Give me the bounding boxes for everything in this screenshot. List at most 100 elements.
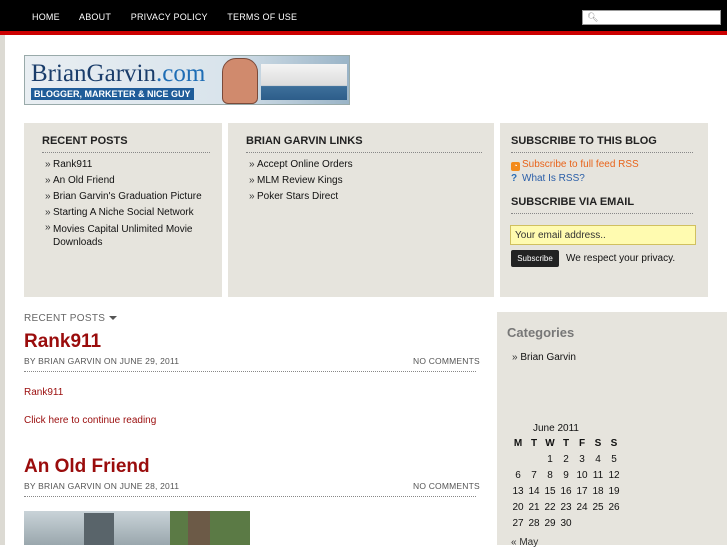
calendar-day: 1 [547,454,553,465]
email-field[interactable]: Your email address.. [510,225,696,245]
list-item: An Old Friend [45,173,210,189]
subscribe-widget [500,123,708,297]
logo-portrait [222,58,258,104]
calendar-day: 3 [579,454,585,465]
post-image-tree [188,511,210,545]
search-icon: 🔍︎ [587,12,599,22]
post-comments-link[interactable]: NO COMMENTS [413,481,480,491]
list-item: Rank911 [45,157,210,173]
divider [511,213,693,214]
logo-tagline: BLOGGER, MARKETER & NICE GUY [31,88,194,100]
calendar-day [606,516,622,532]
rss-subscribe-link[interactable]: Subscribe to full feed RSS [522,159,639,170]
calendar-day: 11 [592,470,604,481]
calendar-weeks: 1 2 3 4 5 6 7 8 9 10 11 12 13 14 15 16 17 18 19 20 21 22 23 24 2… [510,452,622,532]
post-image-object [84,513,114,545]
post-title[interactable]: An Old Friend [24,456,150,478]
post-body-link[interactable]: Rank911 [24,387,63,398]
logo-cruise-ship-image [261,64,347,100]
subscribe-widget-title: SUBSCRIBE TO THIS BLOG [511,135,657,147]
list-item: Poker Stars Direct [249,189,479,205]
nav-about[interactable]: ABOUT [79,12,111,22]
calendar-day: 14 [528,486,540,497]
recent-post-link[interactable]: Rank911 [53,159,92,170]
page-left-border [0,35,5,545]
calendar-week: 6 7 8 9 10 11 12 [510,468,622,484]
divider [42,152,210,153]
privacy-note: We respect your privacy. [566,253,676,264]
calendar-day: 24 [576,502,588,513]
caret-down-icon [109,316,118,320]
recent-posts-list: Rank911 An Old Friend Brian Garvin's Gra… [45,157,210,249]
site-logo-banner[interactable]: BrianGarvin.com BLOGGER, MARKETER & NICE… [24,55,350,105]
nav-terms-of-use[interactable]: TERMS OF USE [227,12,297,22]
category-item: » Brian Garvin [512,352,576,363]
links-widget [228,123,494,297]
recent-post-link[interactable]: Movies Capital Unlimited Movie Downloads [53,224,193,248]
links-widget-title: BRIAN GARVIN LINKS [246,135,363,147]
blogroll-link[interactable]: Accept Online Orders [257,159,353,170]
categories-title: Categories [507,325,575,340]
calendar-week: 12345 [510,452,622,468]
calendar-day: 9 [563,470,569,481]
calendar-day: 20 [512,502,524,513]
list-item: Starting A Niche Social Network [45,205,210,221]
post-image [170,511,250,545]
calendar-day: 23 [560,502,572,513]
weekday: T [562,438,570,449]
weekday: S [594,438,602,449]
divider [246,152,482,153]
calendar-day: 2 [563,454,569,465]
calendar-day: 4 [595,454,601,465]
recent-post-link[interactable]: An Old Friend [53,175,115,186]
calendar-day [590,516,606,532]
calendar-day-link[interactable]: 26 [608,502,619,513]
post-title[interactable]: Rank911 [24,331,101,353]
weekday: W [545,438,555,449]
rss-row: ◔ Subscribe to full feed RSS [511,159,639,171]
calendar-week: 20 21 22 23 24 25 26 [510,500,622,516]
calendar-day: 10 [576,470,588,481]
search-input[interactable]: 🔍︎ [582,10,721,25]
calendar-header: M T W T F S S [510,436,622,452]
post-body: Rank911 [24,387,63,398]
calendar-day: 27 [512,518,524,529]
weekday: M [513,438,523,449]
blogroll-link[interactable]: MLM Review Kings [257,175,343,186]
nav-privacy-policy[interactable]: PRIVACY POLICY [131,12,208,22]
calendar-day: 25 [592,502,604,513]
calendar: M T W T F S S 1 2 3 4 5 6 7 8 9 10 11 12 13 14 15 16 17 1… [510,436,622,532]
weekday: S [610,438,618,449]
recent-post-link[interactable]: Brian Garvin's Graduation Picture [53,191,202,202]
calendar-day: 12 [608,470,620,481]
divider [511,152,693,153]
list-item: Movies Capital Unlimited Movie Downloads [45,221,210,249]
recent-posts-dropdown[interactable]: RECENT POSTS [24,313,118,324]
calendar-day: 18 [592,486,604,497]
calendar-day: 30 [560,518,572,529]
calendar-prev-link[interactable]: « May [511,537,538,548]
list-item: MLM Review Kings [249,173,479,189]
calendar-day [510,452,526,468]
calendar-day: 22 [544,502,556,513]
category-link[interactable]: Brian Garvin [520,352,576,363]
calendar-day: 19 [608,486,620,497]
calendar-day: 16 [560,486,572,497]
calendar-day: 15 [544,486,556,497]
divider [24,371,476,372]
nav-home[interactable]: HOME [32,12,60,22]
calendar-week: 13 14 15 16 17 18 19 [510,484,622,500]
continue-reading-link[interactable]: Click here to continue reading [24,415,156,426]
subscribe-button[interactable]: Subscribe [511,250,559,267]
post-meta: BY BRIAN GARVIN ON JUNE 29, 2011 [24,356,180,366]
calendar-day-link[interactable]: 29 [544,518,555,529]
blogroll-link[interactable]: Poker Stars Direct [257,191,338,202]
calendar-caption: June 2011 [533,423,579,434]
post-comments-link[interactable]: NO COMMENTS [413,356,480,366]
calendar-day: 26 [606,500,622,516]
what-is-rss-link[interactable]: What Is RSS? [522,173,585,184]
calendar-day: 7 [531,470,537,481]
recent-post-link[interactable]: Starting A Niche Social Network [53,207,194,218]
section-label: RECENT POSTS [24,313,106,324]
list-item: Accept Online Orders [249,157,479,173]
